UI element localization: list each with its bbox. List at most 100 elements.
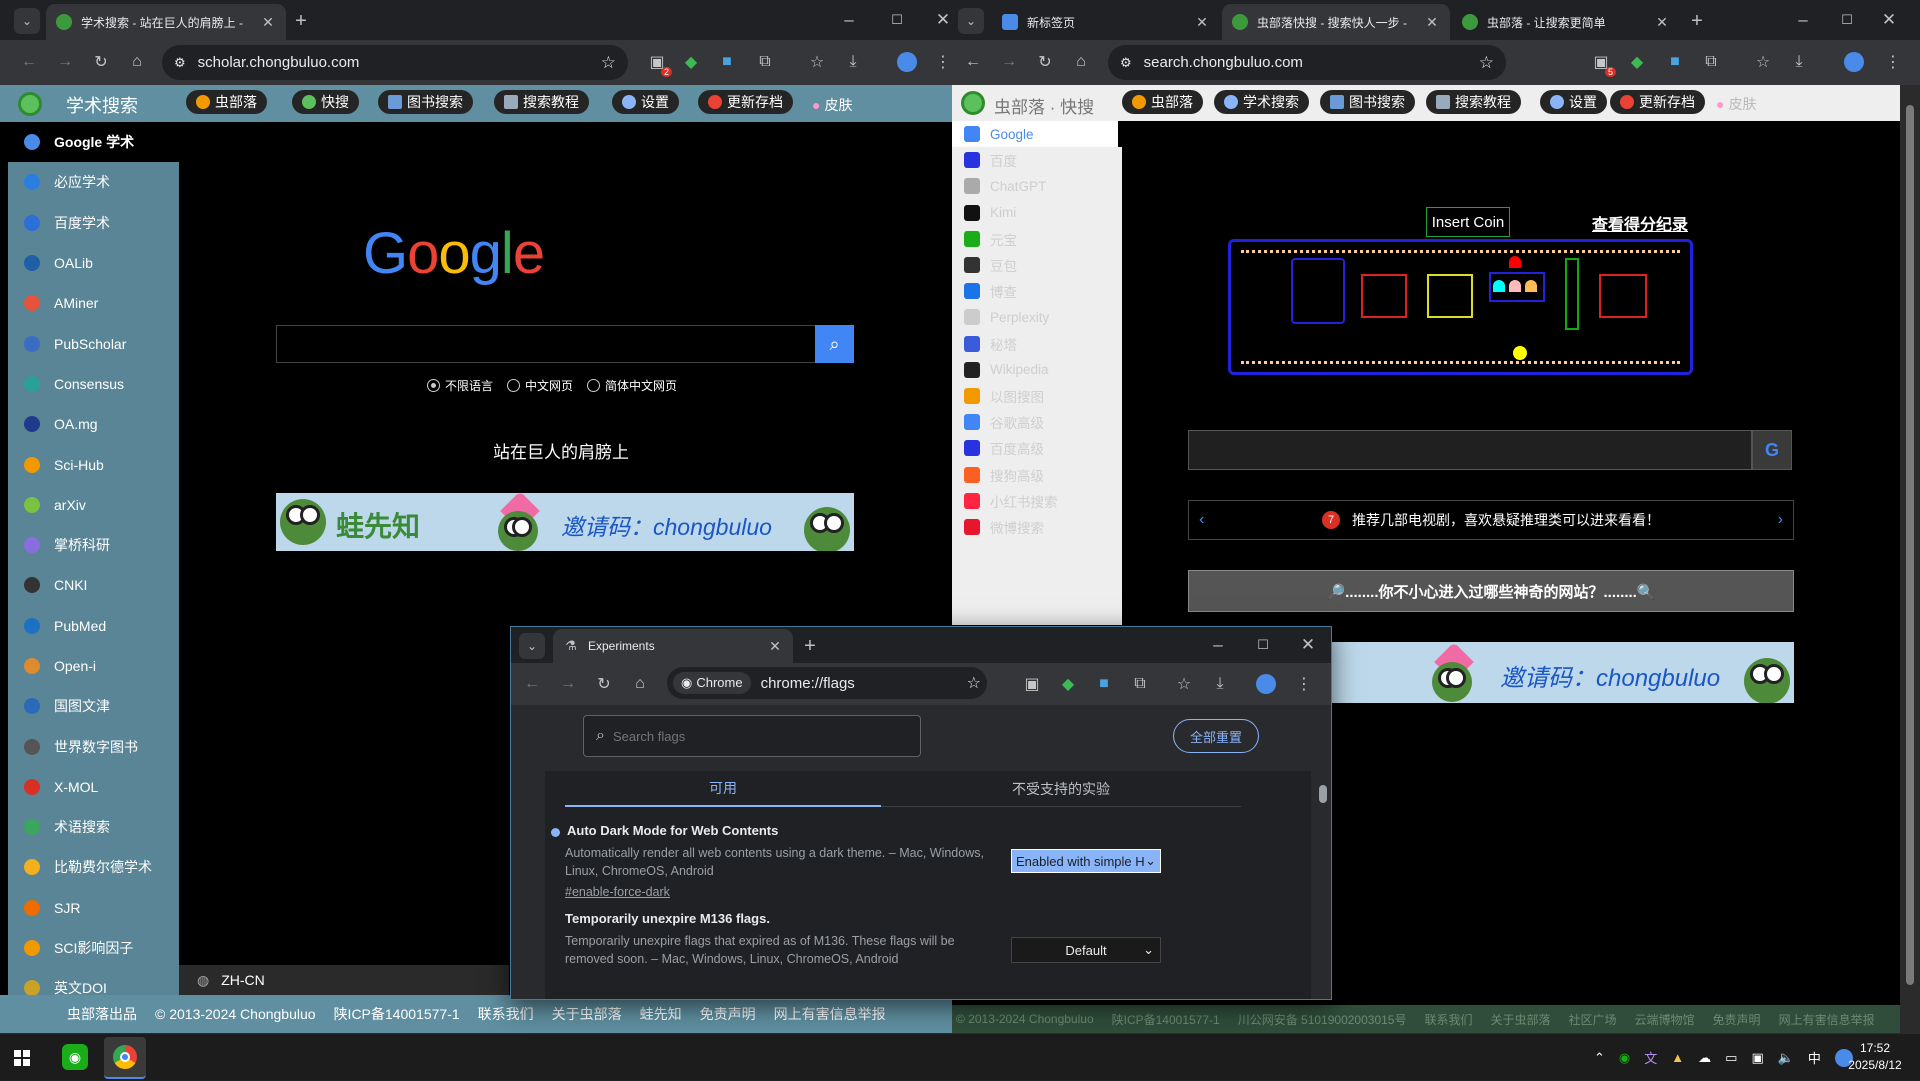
sidebar-item[interactable]: Open-i [8, 646, 179, 686]
close-window-button[interactable]: ✕ [1293, 631, 1323, 659]
extension-cube-icon[interactable]: ■ [1091, 671, 1117, 697]
forward-icon[interactable]: → [555, 671, 581, 697]
sidebar-item[interactable]: 术语搜索 [8, 807, 179, 847]
footer-link[interactable]: 网上有害信息举报 [1779, 1011, 1875, 1028]
extension-leaf-icon[interactable]: ◆ [1624, 49, 1650, 75]
downloads-icon[interactable]: ⤓ [1786, 49, 1812, 75]
footer-link[interactable]: 关于虫部落 [1491, 1011, 1551, 1028]
nav-book-search[interactable]: 图书搜索 [1320, 90, 1415, 114]
volume-icon[interactable]: 🔈 [1778, 1050, 1794, 1066]
tab-search-button[interactable]: ⌄ [958, 8, 984, 34]
language-bar[interactable]: ◍ ZH-CN [179, 965, 509, 995]
sidebar-item[interactable]: 必应学术 [8, 162, 179, 202]
sidebar-item[interactable]: PubMed [8, 606, 179, 646]
back-icon[interactable]: ← [16, 49, 42, 75]
radio-simplified[interactable]: 简体中文网页 [587, 377, 677, 394]
menu-icon[interactable]: ⋮ [930, 49, 952, 75]
footer-link[interactable]: 云端博物馆 [1635, 1011, 1695, 1028]
wechat-taskbar-icon[interactable]: ◉ [62, 1044, 88, 1070]
ime-indicator[interactable]: 中 [1808, 1048, 1821, 1067]
radio-any-language[interactable]: 不限语言 [427, 377, 493, 394]
tab-available[interactable]: 可用 [565, 771, 881, 807]
sidebar-item[interactable]: 英文DOI [8, 968, 179, 995]
radio-chinese[interactable]: 中文网页 [507, 377, 573, 394]
extension-cube-icon[interactable]: ■ [1662, 49, 1688, 75]
tab-search-button[interactable]: ⌄ [14, 8, 40, 34]
clock[interactable]: 17:52 2025/8/12 [1840, 1040, 1910, 1074]
nav-tutorial[interactable]: 搜索教程 [494, 90, 589, 114]
notice-bar[interactable]: ‹ 7 推荐几部电视剧，喜欢悬疑推理类可以进来看看！ › [1188, 500, 1794, 540]
engine-item[interactable]: 豆包 [952, 252, 1122, 278]
scroll-thumb[interactable] [1906, 105, 1914, 985]
footer-link[interactable]: © 2013-2024 Chongbuluo [155, 1006, 316, 1022]
footer-link[interactable]: 川公网安备 51019002003015号 [1238, 1011, 1407, 1028]
footer-link[interactable]: 网上有害信息举报 [774, 1004, 886, 1024]
nav-scholar[interactable]: 学术搜索 [1214, 90, 1309, 114]
maximize-button[interactable]: ☐ [1832, 6, 1862, 34]
sidebar-item[interactable]: Google 学术 [8, 122, 179, 163]
nav-archive[interactable]: 更新存档 [1610, 90, 1705, 114]
sidebar-item[interactable]: 掌桥科研 [8, 525, 179, 565]
nav-archive[interactable]: 更新存档 [698, 90, 793, 114]
prev-notice-icon[interactable]: ‹ [1199, 511, 1204, 529]
nav-chongbuluo[interactable]: 虫部落 [1122, 90, 1203, 114]
back-icon[interactable]: ← [519, 671, 545, 697]
close-tab-icon[interactable]: ✕ [1424, 14, 1440, 31]
site-info-icon[interactable]: ⚙ [1120, 55, 1132, 71]
menu-icon[interactable]: ⋮ [1880, 49, 1906, 75]
flag1-select[interactable]: Enabled with simple H ⌄ [1011, 849, 1161, 873]
sidebar-item[interactable]: 比勒费尔德学术 [8, 847, 179, 887]
forward-icon[interactable]: → [52, 49, 78, 75]
footer-link[interactable]: 陕ICP备14001577-1 [1112, 1011, 1220, 1028]
engine-item[interactable]: 秘塔 [952, 331, 1122, 357]
bookmark-star-icon[interactable]: ☆ [601, 53, 616, 73]
maximize-button[interactable]: ☐ [1248, 631, 1278, 659]
footer-link[interactable]: 免责声明 [700, 1004, 756, 1024]
google-search-button[interactable]: G [1752, 430, 1792, 470]
bookmarks-icon[interactable]: ☆ [804, 49, 830, 75]
flags-address-bar[interactable]: ◉ Chrome chrome://flags ☆ [667, 667, 987, 699]
bookmark-star-icon[interactable]: ☆ [1479, 53, 1494, 73]
footer-link[interactable]: 蛙先知 [640, 1004, 682, 1024]
flag2-select[interactable]: Default ⌄ [1011, 937, 1161, 963]
flags-search-input[interactable] [612, 728, 893, 744]
footer-link[interactable]: © 2013-2024 Chongbuluo [956, 1012, 1094, 1026]
extensions-puzzle-icon[interactable]: ⧉ [1127, 671, 1153, 697]
tray-expand-icon[interactable]: ⌃ [1594, 1050, 1605, 1066]
left-tab-active[interactable]: 学术搜索 - 站在巨人的肩膀上 - ✕ [46, 4, 286, 40]
footer-link[interactable]: 免责声明 [1713, 1011, 1761, 1028]
footer-link[interactable]: 虫部落出品 [67, 1004, 137, 1024]
extension-cube-icon[interactable]: ■ [714, 49, 740, 75]
pacman-doodle[interactable] [1228, 239, 1693, 375]
network-icon[interactable]: ▭ [1725, 1050, 1737, 1066]
engine-item[interactable]: 博查 [952, 278, 1122, 304]
flags-search-box[interactable]: ⌕ [583, 715, 921, 757]
reset-all-button[interactable]: 全部重置 [1173, 719, 1259, 753]
right-tab-chongbuluo[interactable]: 虫部落 - 让搜索更简单 ✕ [1452, 4, 1680, 40]
engine-item[interactable]: 元宝 [952, 226, 1122, 252]
new-tab-button[interactable]: + [1684, 8, 1710, 34]
extension-icon[interactable]: ▣ [1019, 671, 1045, 697]
extension-icon[interactable]: ▣ 2 [644, 49, 672, 77]
engine-item[interactable]: Kimi [952, 200, 1122, 226]
back-icon[interactable]: ← [960, 49, 986, 75]
downloads-icon[interactable]: ⤓ [1207, 671, 1233, 697]
engine-item[interactable]: Wikipedia [952, 357, 1122, 383]
quick-search-input[interactable] [1188, 430, 1752, 470]
right-address-bar[interactable]: ⚙ search.chongbuluo.com ☆ [1108, 45, 1506, 80]
sidebar-item[interactable]: CNKI [8, 565, 179, 605]
sidebar-item[interactable]: arXiv [8, 485, 179, 525]
nav-tutorial[interactable]: 搜索教程 [1426, 90, 1521, 114]
profile-avatar-icon[interactable] [894, 49, 920, 75]
maximize-button[interactable]: ☐ [882, 6, 912, 34]
bookmark-star-icon[interactable]: ☆ [967, 673, 981, 693]
minimize-button[interactable]: – [1788, 6, 1818, 34]
scholar-search-input[interactable] [276, 325, 816, 363]
chrome-taskbar-icon[interactable] [104, 1037, 146, 1079]
home-icon[interactable]: ⌂ [627, 671, 653, 697]
profile-avatar-icon[interactable] [1253, 671, 1279, 697]
reload-icon[interactable]: ↻ [88, 49, 114, 75]
downloads-icon[interactable]: ⤓ [840, 49, 866, 75]
engine-item[interactable]: 百度 [952, 147, 1122, 173]
mystery-sites-button[interactable]: 🔎........你不小心进入过哪些神奇的网站？........🔍 [1188, 570, 1794, 612]
